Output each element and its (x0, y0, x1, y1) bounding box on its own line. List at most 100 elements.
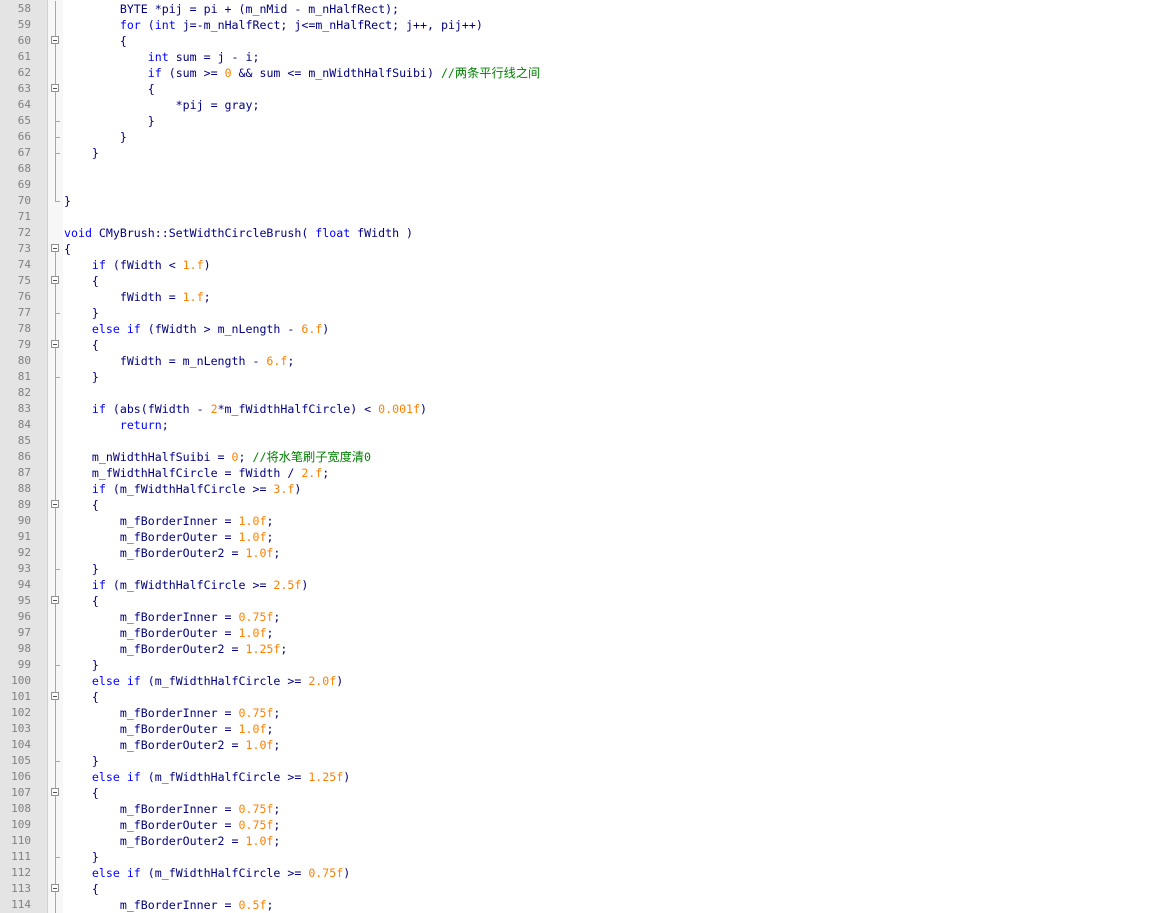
code-text[interactable]: m_fBorderOuter = 0.75f; (64, 817, 281, 833)
code-text[interactable]: } (64, 129, 127, 145)
code-line[interactable]: 103 m_fBorderOuter = 1.0f; (0, 721, 1175, 737)
code-text[interactable]: return; (64, 417, 169, 433)
fold-toggle-icon[interactable] (48, 497, 63, 513)
code-text[interactable]: } (64, 849, 99, 865)
code-text[interactable]: fWidth = m_nLength - 6.f; (64, 353, 295, 369)
code-text[interactable]: m_fBorderInner = 1.0f; (64, 513, 274, 529)
code-line[interactable]: 114 m_fBorderInner = 0.5f; (0, 897, 1175, 913)
code-line[interactable]: 99 } (0, 657, 1175, 673)
code-line[interactable]: 88 if (m_fWidthHalfCircle >= 3.f) (0, 481, 1175, 497)
code-line[interactable]: 100 else if (m_fWidthHalfCircle >= 2.0f) (0, 673, 1175, 689)
code-text[interactable]: for (int j=-m_nHalfRect; j<=m_nHalfRect;… (64, 17, 483, 33)
code-line[interactable]: 72 void CMyBrush::SetWidthCircleBrush( fl… (0, 225, 1175, 241)
code-text[interactable]: } (64, 145, 99, 161)
code-text[interactable]: if (abs(fWidth - 2*m_fWidthHalfCircle) <… (64, 401, 427, 417)
code-line[interactable]: 108 m_fBorderInner = 0.75f; (0, 801, 1175, 817)
code-line[interactable]: 80 fWidth = m_nLength - 6.f; (0, 353, 1175, 369)
code-line[interactable]: 111 } (0, 849, 1175, 865)
code-text[interactable]: fWidth = 1.f; (64, 289, 211, 305)
code-text[interactable]: m_fBorderOuter = 1.0f; (64, 625, 274, 641)
code-line[interactable]: 93 } (0, 561, 1175, 577)
code-text[interactable]: { (64, 273, 99, 289)
code-line[interactable]: 105 } (0, 753, 1175, 769)
code-line[interactable]: 97 m_fBorderOuter = 1.0f; (0, 625, 1175, 641)
code-text[interactable]: { (64, 881, 99, 897)
code-text[interactable]: int sum = j - i; (64, 49, 260, 65)
code-line[interactable]: 62 if (sum >= 0 && sum <= m_nWidthHalfSu… (0, 65, 1175, 81)
code-line[interactable]: 61 int sum = j - i; (0, 49, 1175, 65)
code-text[interactable]: { (64, 497, 99, 513)
code-text[interactable]: { (64, 33, 127, 49)
code-text[interactable]: } (64, 753, 99, 769)
code-text[interactable]: else if (fWidth > m_nLength - 6.f) (64, 321, 329, 337)
code-text[interactable]: BYTE *pij = pi + (m_nMid - m_nHalfRect); (64, 1, 399, 17)
code-line[interactable]: 60 { (0, 33, 1175, 49)
code-text[interactable]: m_fBorderOuter2 = 1.25f; (64, 641, 288, 657)
fold-toggle-icon[interactable] (48, 33, 63, 49)
code-line[interactable]: 66 } (0, 129, 1175, 145)
code-line[interactable]: 83 if (abs(fWidth - 2*m_fWidthHalfCircle… (0, 401, 1175, 417)
code-line[interactable]: 87 m_fWidthHalfCircle = fWidth / 2.f; (0, 465, 1175, 481)
code-line[interactable]: 68 (0, 161, 1175, 177)
code-text[interactable]: else if (m_fWidthHalfCircle >= 0.75f) (64, 865, 350, 881)
code-line[interactable]: 58 BYTE *pij = pi + (m_nMid - m_nHalfRec… (0, 1, 1175, 17)
code-line[interactable]: 96 m_fBorderInner = 0.75f; (0, 609, 1175, 625)
code-text[interactable]: } (64, 561, 99, 577)
fold-toggle-icon[interactable] (48, 81, 63, 97)
code-text[interactable]: m_fBorderOuter2 = 1.0f; (64, 545, 281, 561)
code-text[interactable]: if (m_fWidthHalfCircle >= 2.5f) (64, 577, 308, 593)
code-line[interactable]: 74 if (fWidth < 1.f) (0, 257, 1175, 273)
code-text[interactable]: if (fWidth < 1.f) (64, 257, 211, 273)
code-line[interactable]: 102 m_fBorderInner = 0.75f; (0, 705, 1175, 721)
code-text[interactable]: } (64, 193, 71, 209)
code-line[interactable]: 73 { (0, 241, 1175, 257)
code-line[interactable]: 82 (0, 385, 1175, 401)
code-text[interactable]: void CMyBrush::SetWidthCircleBrush( floa… (64, 225, 413, 241)
code-line[interactable]: 92 m_fBorderOuter2 = 1.0f; (0, 545, 1175, 561)
code-text[interactable]: m_nWidthHalfSuibi = 0; //将水笔刷子宽度清0 (64, 449, 371, 465)
fold-toggle-icon[interactable] (48, 273, 63, 289)
code-line[interactable]: 76 fWidth = 1.f; (0, 289, 1175, 305)
code-text[interactable]: { (64, 81, 155, 97)
code-line[interactable]: 64 *pij = gray; (0, 97, 1175, 113)
code-line[interactable]: 89 { (0, 497, 1175, 513)
code-text[interactable]: m_fBorderOuter = 1.0f; (64, 721, 274, 737)
code-line[interactable]: 70} (0, 193, 1175, 209)
code-line[interactable]: 113 { (0, 881, 1175, 897)
code-line[interactable]: 101 { (0, 689, 1175, 705)
code-text[interactable]: { (64, 241, 71, 257)
code-text[interactable]: m_fBorderInner = 0.75f; (64, 801, 281, 817)
fold-toggle-icon[interactable] (48, 241, 63, 257)
code-line[interactable]: 84 return; (0, 417, 1175, 433)
code-line[interactable]: 86 m_nWidthHalfSuibi = 0; //将水笔刷子宽度清0 (0, 449, 1175, 465)
code-text[interactable]: m_fBorderInner = 0.5f; (64, 897, 274, 913)
code-line[interactable]: 95 { (0, 593, 1175, 609)
code-text[interactable]: { (64, 689, 99, 705)
code-lines[interactable]: 58 BYTE *pij = pi + (m_nMid - m_nHalfRec… (0, 1, 1175, 913)
code-line[interactable]: 75 { (0, 273, 1175, 289)
code-text[interactable]: m_fBorderInner = 0.75f; (64, 609, 281, 625)
fold-toggle-icon[interactable] (48, 881, 63, 897)
code-line[interactable]: 98 m_fBorderOuter2 = 1.25f; (0, 641, 1175, 657)
fold-toggle-icon[interactable] (48, 593, 63, 609)
code-line[interactable]: 106 else if (m_fWidthHalfCircle >= 1.25f… (0, 769, 1175, 785)
fold-toggle-icon[interactable] (48, 785, 63, 801)
code-text[interactable]: if (m_fWidthHalfCircle >= 3.f) (64, 481, 301, 497)
code-text[interactable]: *pij = gray; (64, 97, 260, 113)
code-line[interactable]: 67 } (0, 145, 1175, 161)
code-text[interactable]: } (64, 369, 99, 385)
code-line[interactable]: 91 m_fBorderOuter = 1.0f; (0, 529, 1175, 545)
code-line[interactable]: 71 (0, 209, 1175, 225)
code-line[interactable]: 107 { (0, 785, 1175, 801)
code-text[interactable]: { (64, 785, 99, 801)
code-line[interactable]: 104 m_fBorderOuter2 = 1.0f; (0, 737, 1175, 753)
code-text[interactable]: m_fBorderInner = 0.75f; (64, 705, 281, 721)
code-text[interactable]: else if (m_fWidthHalfCircle >= 2.0f) (64, 673, 343, 689)
code-line[interactable]: 90 m_fBorderInner = 1.0f; (0, 513, 1175, 529)
code-line[interactable]: 81 } (0, 369, 1175, 385)
code-text[interactable]: m_fBorderOuter = 1.0f; (64, 529, 274, 545)
code-line[interactable]: 65 } (0, 113, 1175, 129)
code-editor[interactable]: 58 BYTE *pij = pi + (m_nMid - m_nHalfRec… (0, 0, 1175, 913)
code-text[interactable]: { (64, 337, 99, 353)
code-text[interactable]: } (64, 657, 99, 673)
